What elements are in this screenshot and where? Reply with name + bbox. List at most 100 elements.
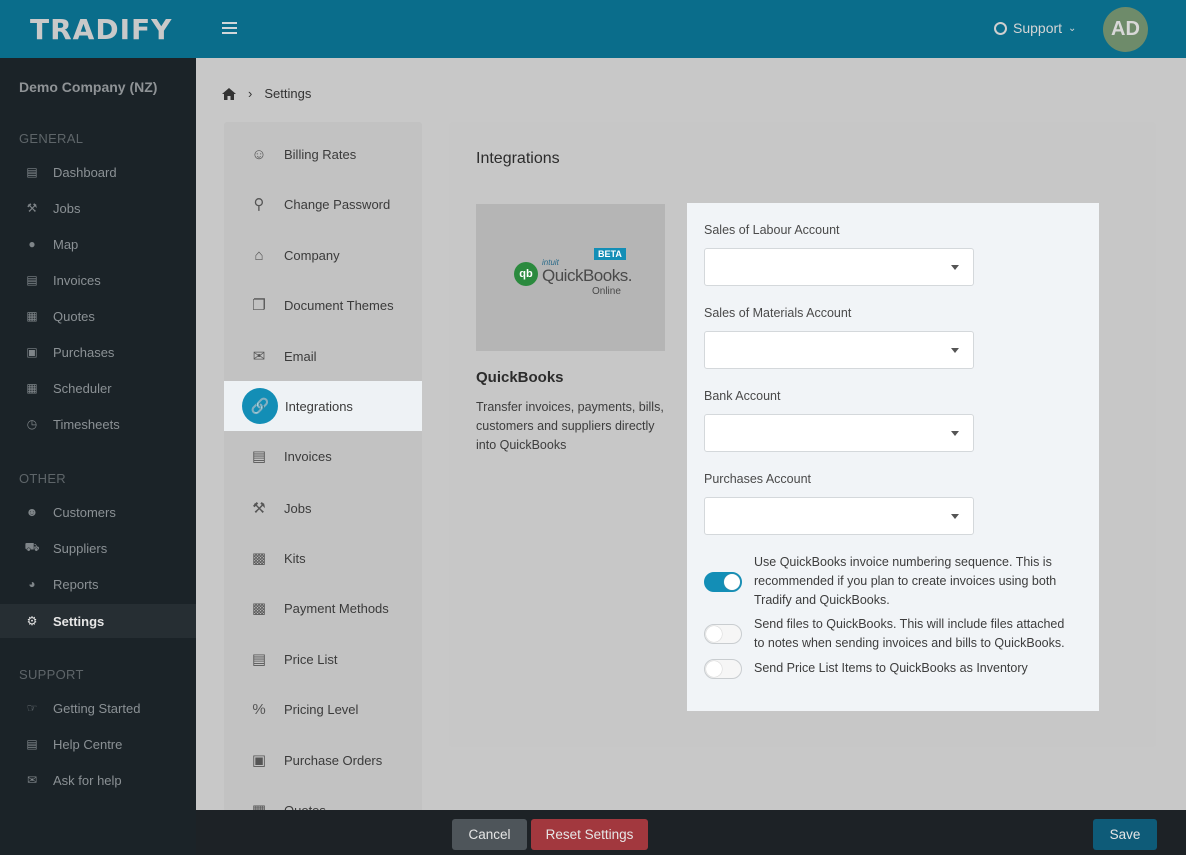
logo-quickbooks-text: QuickBooks.	[542, 266, 632, 285]
sidebar-item-timesheets[interactable]: ◷ Timesheets	[0, 407, 196, 441]
pie-chart-icon: ◕	[28, 577, 36, 591]
settings-item-email[interactable]: ✉ Email	[224, 331, 422, 381]
copy-icon: ❐	[252, 297, 266, 314]
settings-item-payment-methods[interactable]: ▩ Payment Methods	[224, 583, 422, 633]
chat-icon: ✉	[26, 773, 38, 787]
envelope-icon: ✉	[252, 348, 266, 365]
sidebar-item-suppliers[interactable]: ⛟ Suppliers	[0, 531, 196, 565]
sidebar-item-ask-for-help[interactable]: ✉ Ask for help	[0, 763, 196, 797]
send-files-toggle[interactable]	[704, 624, 742, 644]
settings-item-label: Billing Rates	[284, 146, 357, 162]
calculator-icon: ▦	[26, 309, 38, 323]
purchases-account-select[interactable]	[704, 497, 974, 535]
settings-item-kits[interactable]: ▩ Kits	[224, 533, 422, 583]
toggle-row-price-list-inventory: Send Price List Items to QuickBooks as I…	[704, 659, 1066, 679]
settings-item-label: Payment Methods	[284, 600, 389, 616]
sidebar-item-settings[interactable]: ⚙ Settings	[0, 604, 196, 638]
sidebar-item-label: Quotes	[53, 308, 95, 324]
settings-item-label: Price List	[284, 651, 338, 667]
sidebar-item-reports[interactable]: ◕ Reports	[0, 567, 196, 601]
price-list-inventory-toggle[interactable]	[704, 659, 742, 679]
sidebar-item-label: Customers	[53, 504, 116, 520]
dashboard-icon: ▤	[26, 165, 38, 179]
quickbooks-description: Transfer invoices, payments, bills, cust…	[476, 400, 664, 452]
settings-item-change-password[interactable]: ⚲ Change Password	[224, 179, 422, 229]
settings-item-label: Change Password	[284, 196, 391, 212]
sidebar-item-jobs[interactable]: ⚒ Jobs	[0, 191, 196, 225]
cubes-icon: ▩	[251, 550, 267, 567]
calendar-icon: ▦	[26, 381, 38, 395]
toggle-label: Send Price List Items to QuickBooks as I…	[754, 661, 1028, 675]
sidebar-item-dashboard[interactable]: ▤ Dashboard	[0, 155, 196, 189]
settings-item-invoices[interactable]: ▤ Invoices	[224, 431, 422, 481]
settings-item-document-themes[interactable]: ❐ Document Themes	[224, 280, 422, 330]
invoice-numbering-toggle[interactable]	[704, 572, 742, 592]
cancel-button[interactable]: Cancel	[452, 819, 527, 850]
gear-icon: ⚙	[26, 614, 38, 628]
settings-item-price-list[interactable]: ▤ Price List	[224, 634, 422, 684]
sidebar: Demo Company (NZ) GENERAL ▤ Dashboard ⚒ Jo…	[0, 58, 196, 855]
settings-item-label: Jobs	[284, 500, 312, 516]
sidebar-item-label: Purchases	[53, 344, 115, 360]
toggle-row-invoice-numbering: Use QuickBooks invoice numbering sequenc…	[704, 553, 1066, 610]
sidebar-item-label: Suppliers	[53, 540, 108, 556]
settings-item-company[interactable]: ⌂ Company	[224, 230, 422, 280]
sidebar-item-scheduler[interactable]: ▦ Scheduler	[0, 371, 196, 405]
settings-item-label: Document Themes	[284, 297, 394, 313]
integrations-panel: Integrations qb intuit QuickBooks. Onlin…	[449, 122, 1156, 747]
quickbooks-icon: qb	[514, 262, 538, 286]
map-pin-icon: ●	[28, 237, 36, 251]
sidebar-item-customers[interactable]: ☻ Customers	[0, 495, 196, 529]
file-icon: ▤	[251, 448, 267, 465]
top-bar: TRADIFY Support ⌄ AD	[0, 0, 1186, 58]
sidebar-item-map[interactable]: ● Map	[0, 227, 196, 261]
settings-item-label: Email	[284, 348, 317, 364]
cart-icon: ▣	[26, 345, 38, 359]
reset-settings-button[interactable]: Reset Settings	[531, 819, 648, 850]
tradify-logo[interactable]: TRADIFY	[30, 13, 172, 46]
caret-down-icon	[951, 514, 959, 519]
company-name[interactable]: Demo Company (NZ)	[19, 79, 157, 95]
support-label: Support	[1013, 20, 1063, 36]
sidebar-item-label: Help Centre	[53, 736, 123, 752]
home-icon[interactable]	[222, 87, 236, 100]
bank-account-select[interactable]	[704, 414, 974, 452]
save-button[interactable]: Save	[1093, 819, 1157, 850]
support-menu[interactable]: Support ⌄	[994, 20, 1076, 36]
sidebar-item-label: Reports	[53, 576, 99, 592]
sidebar-item-purchases[interactable]: ▣ Purchases	[0, 335, 196, 369]
settings-item-label: Purchase Orders	[284, 752, 383, 768]
lifebuoy-icon	[994, 21, 1007, 35]
section-heading-other: OTHER	[19, 471, 66, 486]
settings-item-integrations[interactable]: 🔗 Integrations	[224, 381, 422, 431]
money-icon: ▩	[251, 600, 267, 617]
sidebar-item-label: Settings	[53, 613, 105, 629]
field-label: Bank Account	[704, 389, 781, 403]
sidebar-item-quotes[interactable]: ▦ Quotes	[0, 299, 196, 333]
sales-of-labour-account-select[interactable]	[704, 248, 974, 286]
settings-item-pricing-level[interactable]: % Pricing Level	[224, 684, 422, 734]
sidebar-item-label: Jobs	[53, 200, 81, 216]
settings-item-billing-rates[interactable]: ☺ Billing Rates	[224, 129, 422, 179]
sidebar-item-help-centre[interactable]: ▤ Help Centre	[0, 727, 196, 761]
menu-toggle-icon[interactable]	[222, 22, 237, 34]
thumbs-up-icon: ☞	[26, 701, 38, 715]
user-avatar[interactable]: AD	[1103, 7, 1148, 52]
sidebar-item-label: Dashboard	[53, 164, 117, 180]
home-icon: ⌂	[254, 246, 264, 264]
sidebar-item-getting-started[interactable]: ☞ Getting Started	[0, 691, 196, 725]
settings-menu: ☺ Billing Rates ⚲ Change Password ⌂ Company…	[224, 122, 422, 822]
hammer-icon: ⚒	[26, 201, 38, 215]
logo-online-text: Online	[592, 286, 621, 297]
field-label: Sales of Materials Account	[704, 306, 852, 320]
sidebar-item-label: Ask for help	[53, 772, 122, 788]
quickbooks-logo: qb intuit QuickBooks. Online BETA	[476, 204, 665, 351]
settings-item-jobs[interactable]: ⚒ Jobs	[224, 483, 422, 533]
settings-item-purchase-orders[interactable]: ▣ Purchase Orders	[224, 735, 422, 785]
unlock-icon: ⚲	[253, 196, 265, 213]
sales-of-materials-account-select[interactable]	[704, 331, 974, 369]
sidebar-item-invoices[interactable]: ▤ Invoices	[0, 263, 196, 297]
users-icon: ☻	[25, 505, 39, 519]
field-label: Purchases Account	[704, 472, 812, 486]
toggle-label: Use QuickBooks invoice numbering sequenc…	[754, 555, 1057, 607]
